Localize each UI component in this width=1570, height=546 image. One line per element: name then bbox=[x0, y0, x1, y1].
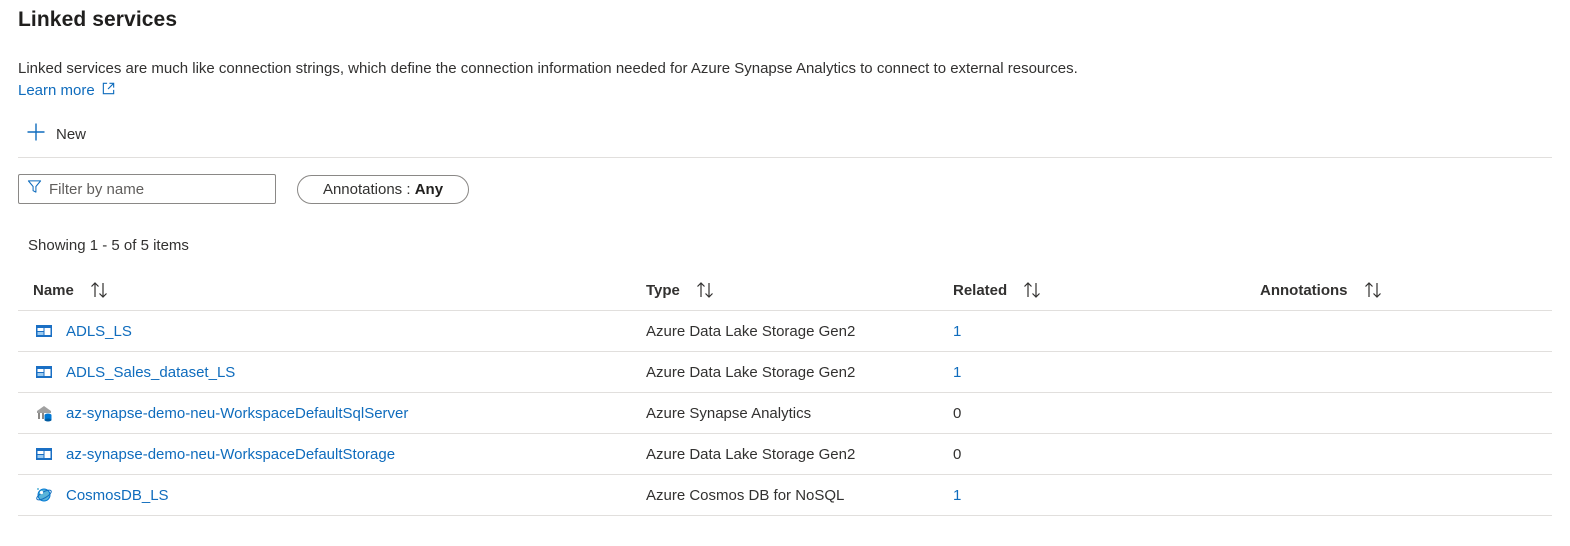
linked-service-name-link[interactable]: ADLS_Sales_dataset_LS bbox=[66, 364, 235, 381]
annotations-filter-value: Any bbox=[414, 181, 444, 198]
sort-icon[interactable] bbox=[695, 280, 715, 300]
annotations-filter-label: Annotations bbox=[322, 181, 403, 198]
plus-icon bbox=[26, 122, 46, 146]
name-cell: az-synapse-demo-neu-WorkspaceDefaultStor… bbox=[35, 434, 395, 474]
sort-icon[interactable] bbox=[1022, 280, 1042, 300]
sort-icon[interactable] bbox=[89, 280, 109, 300]
related-count: 0 bbox=[953, 404, 962, 422]
external-link-icon bbox=[101, 81, 116, 100]
table-header: Name Type Related Annotations bbox=[18, 270, 1552, 311]
showing-count: Showing 1 - 5 of 5 items bbox=[28, 237, 189, 254]
table-row[interactable]: az-synapse-demo-neu-WorkspaceDefaultSqlS… bbox=[18, 393, 1552, 434]
linked-service-name-link[interactable]: az-synapse-demo-neu-WorkspaceDefaultSqlS… bbox=[66, 405, 408, 422]
storage-icon bbox=[35, 445, 53, 463]
cosmos-db-icon bbox=[35, 486, 53, 504]
name-cell: az-synapse-demo-neu-WorkspaceDefaultSqlS… bbox=[35, 393, 408, 433]
filter-by-name-box[interactable] bbox=[18, 174, 276, 204]
column-header-name[interactable]: Name bbox=[33, 270, 109, 310]
storage-icon bbox=[35, 322, 53, 340]
name-cell: CosmosDB_LS bbox=[35, 475, 169, 515]
type-cell: Azure Data Lake Storage Gen2 bbox=[646, 363, 856, 381]
column-header-type[interactable]: Type bbox=[646, 270, 715, 310]
linked-service-name-link[interactable]: CosmosDB_LS bbox=[66, 487, 169, 504]
annotations-filter-separator: : bbox=[402, 181, 415, 198]
command-bar: New bbox=[18, 116, 1552, 158]
name-cell: ADLS_LS bbox=[35, 311, 132, 351]
learn-more-link[interactable]: Learn more bbox=[18, 81, 116, 100]
type-cell: Azure Cosmos DB for NoSQL bbox=[646, 486, 845, 504]
type-cell: Azure Data Lake Storage Gen2 bbox=[646, 322, 856, 340]
page-title: Linked services bbox=[18, 8, 178, 31]
page-description: Linked services are much like connection… bbox=[18, 60, 1078, 77]
new-button[interactable]: New bbox=[26, 122, 86, 146]
column-header-annotations[interactable]: Annotations bbox=[1260, 270, 1383, 310]
table-row[interactable]: ADLS_Sales_dataset_LS Azure Data Lake St… bbox=[18, 352, 1552, 393]
linked-service-name-link[interactable]: ADLS_LS bbox=[66, 323, 132, 340]
linked-service-name-link[interactable]: az-synapse-demo-neu-WorkspaceDefaultStor… bbox=[66, 446, 395, 463]
storage-icon bbox=[35, 363, 53, 381]
related-count-link[interactable]: 1 bbox=[953, 311, 961, 351]
type-cell: Azure Synapse Analytics bbox=[646, 404, 812, 422]
table-row[interactable]: CosmosDB_LS Azure Cosmos DB for NoSQL 1 bbox=[18, 475, 1552, 516]
name-cell: ADLS_Sales_dataset_LS bbox=[35, 352, 235, 392]
filter-icon bbox=[19, 179, 42, 199]
linked-services-table: Name Type Related Annotations ADLS_LS Az… bbox=[18, 270, 1552, 516]
related-count: 0 bbox=[953, 445, 962, 463]
synapse-icon bbox=[35, 404, 53, 422]
table-row[interactable]: ADLS_LS Azure Data Lake Storage Gen2 1 bbox=[18, 311, 1552, 352]
table-row[interactable]: az-synapse-demo-neu-WorkspaceDefaultStor… bbox=[18, 434, 1552, 475]
column-header-label: Annotations bbox=[1260, 281, 1348, 299]
sort-icon[interactable] bbox=[1363, 280, 1383, 300]
filter-input[interactable] bbox=[49, 180, 269, 198]
type-cell: Azure Data Lake Storage Gen2 bbox=[646, 445, 856, 463]
column-header-label: Related bbox=[953, 281, 1008, 299]
annotations-filter-pill[interactable]: Annotations : Any bbox=[297, 175, 469, 204]
related-count-link[interactable]: 1 bbox=[953, 475, 961, 515]
learn-more-label: Learn more bbox=[18, 82, 95, 99]
column-header-label: Name bbox=[33, 281, 74, 299]
related-count-link[interactable]: 1 bbox=[953, 352, 961, 392]
column-header-related[interactable]: Related bbox=[953, 270, 1042, 310]
column-header-label: Type bbox=[646, 281, 680, 299]
new-button-label: New bbox=[56, 125, 87, 143]
